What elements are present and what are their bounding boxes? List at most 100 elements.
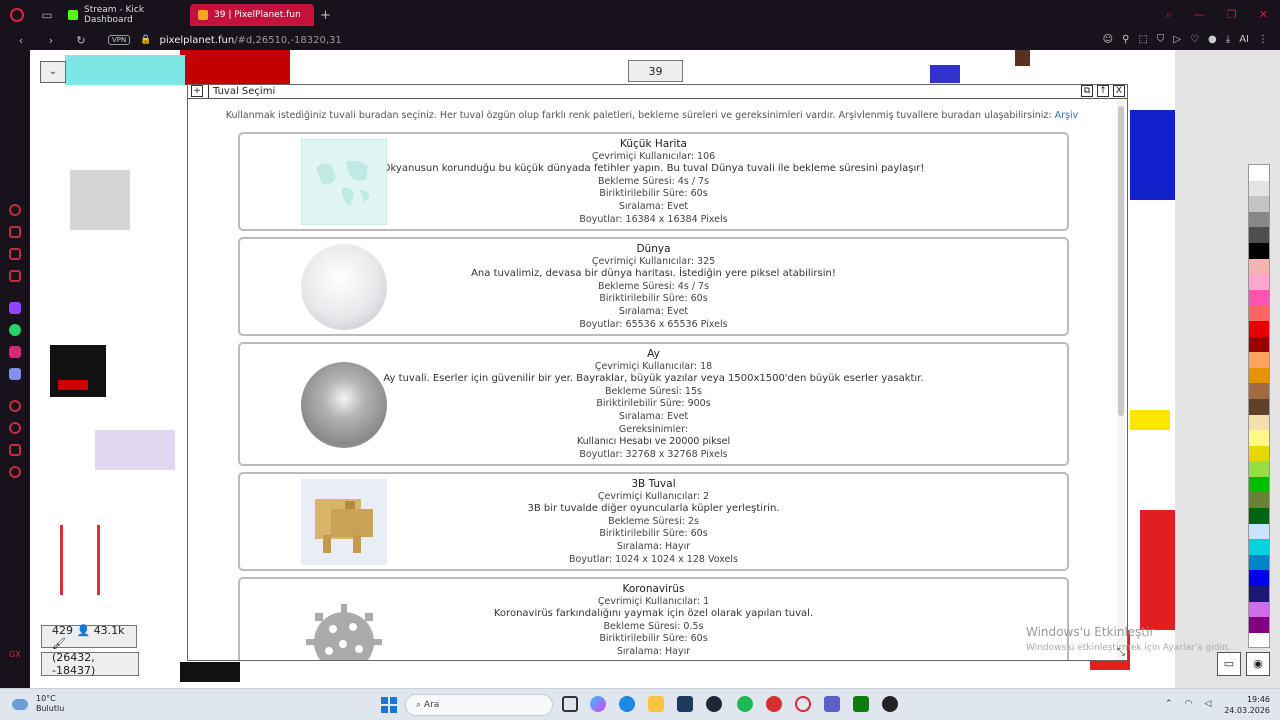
palette-swatch[interactable]: [1249, 476, 1269, 493]
palette-swatch[interactable]: [1249, 289, 1269, 306]
lock-icon[interactable]: 🔒: [140, 35, 151, 45]
more-icon[interactable]: ⋮: [1258, 34, 1268, 45]
palette-swatch[interactable]: [1249, 320, 1269, 337]
weather-widget[interactable]: 10°C Bulutlu: [12, 694, 64, 714]
palette-swatch[interactable]: [1249, 305, 1269, 321]
canvas-card-3d[interactable]: 3B Tuval Çevrimiçi Kullanıcılar: 2 3B bi…: [238, 472, 1069, 571]
twitch-icon[interactable]: [9, 302, 21, 314]
sidebar-more-icon[interactable]: GX: [9, 650, 21, 662]
back-icon[interactable]: ‹: [12, 34, 30, 47]
copilot-icon[interactable]: [590, 696, 606, 712]
canvas-card-small-map[interactable]: Küçük Harita Çevrimiçi Kullanıcılar: 106…: [238, 132, 1069, 231]
palette-swatch[interactable]: [1249, 445, 1269, 462]
whatsapp-icon[interactable]: [9, 324, 21, 336]
palette-swatch[interactable]: [1249, 274, 1269, 290]
volume-icon[interactable]: ◁: [1204, 699, 1211, 709]
sidebar-cube-icon[interactable]: [9, 248, 21, 260]
palette-swatch[interactable]: [1249, 227, 1269, 243]
download-icon[interactable]: ⤓: [1226, 34, 1230, 45]
sidebar-tv-icon[interactable]: [9, 270, 21, 282]
ai-button[interactable]: AI: [1239, 34, 1249, 45]
tab-overview-icon[interactable]: ▭: [40, 8, 54, 22]
file-explorer-icon[interactable]: [648, 696, 664, 712]
wifi-icon[interactable]: ◠: [1185, 699, 1193, 709]
palette-swatch[interactable]: [1249, 383, 1269, 399]
spotify-icon[interactable]: [737, 696, 753, 712]
palette-swatch[interactable]: [1249, 554, 1269, 571]
tab-pixelplanet[interactable]: 39 | PixelPlanet.fun: [190, 4, 314, 26]
vpn-badge[interactable]: VPN: [108, 35, 131, 45]
app-icon-red[interactable]: [766, 696, 782, 712]
chat-button[interactable]: ▭: [1217, 652, 1241, 676]
scroll-thumb[interactable]: [1118, 106, 1124, 416]
steam-icon[interactable]: [706, 696, 722, 712]
profile-icon[interactable]: ●: [1208, 34, 1217, 45]
github-icon[interactable]: [882, 696, 898, 712]
sidebar-bag-icon[interactable]: [9, 226, 21, 238]
palette-swatch[interactable]: [1249, 492, 1269, 509]
palette-swatch[interactable]: [1249, 367, 1269, 384]
canvas-card-earth[interactable]: Dünya Çevrimiçi Kullanıcılar: 325 Ana tu…: [238, 237, 1069, 336]
palette-swatch[interactable]: [1249, 180, 1269, 197]
play-icon[interactable]: ▷: [1173, 34, 1181, 45]
maximize-window-icon[interactable]: ↑: [1097, 85, 1109, 97]
maximize-icon[interactable]: ❐: [1227, 8, 1237, 22]
heart-icon[interactable]: ♡: [1190, 34, 1199, 45]
palette-swatch[interactable]: [1249, 461, 1269, 477]
url-field[interactable]: pixelplanet.fun/#d,26510,-18320,31: [159, 35, 341, 46]
palette-swatch[interactable]: [1249, 586, 1269, 602]
modal-scrollbar[interactable]: [1117, 100, 1125, 660]
xbox-icon[interactable]: [853, 696, 869, 712]
online-counter[interactable]: 39: [628, 60, 683, 82]
palette-swatch[interactable]: [1249, 523, 1269, 540]
sidebar-settings-icon[interactable]: [9, 466, 21, 478]
clock[interactable]: 19:46 24.03.2026: [1222, 694, 1270, 716]
task-view-icon[interactable]: [562, 696, 578, 712]
new-tab-icon[interactable]: +: [320, 8, 331, 23]
coordinates-display[interactable]: (26432, -18437): [41, 651, 139, 677]
instagram-icon[interactable]: [9, 346, 21, 358]
sidebar-ai-icon[interactable]: [9, 204, 21, 216]
palette-swatch[interactable]: [1249, 430, 1269, 446]
palette-swatch[interactable]: [1249, 398, 1269, 415]
emoji-icon[interactable]: ☺: [1103, 34, 1113, 45]
palette-swatch[interactable]: [1249, 617, 1269, 633]
palette-swatch[interactable]: [1249, 508, 1269, 524]
chevron-up-icon[interactable]: ⌃: [1165, 699, 1173, 709]
palette-swatch[interactable]: [1249, 601, 1269, 618]
tab-kick-dashboard[interactable]: Stream - Kick Dashboard: [60, 4, 184, 26]
palette-swatch[interactable]: [1249, 414, 1269, 431]
palette-swatch[interactable]: [1249, 352, 1269, 368]
store-icon[interactable]: [677, 696, 693, 712]
taskbar-search[interactable]: ⌕ Ara: [405, 694, 553, 716]
pin-window-icon[interactable]: +: [191, 85, 203, 97]
palette-toggle-button[interactable]: ◉: [1246, 652, 1270, 676]
sidebar-extensions-icon[interactable]: [9, 444, 21, 456]
palette-swatch[interactable]: [1249, 211, 1269, 228]
edge-icon[interactable]: [619, 696, 635, 712]
archive-link[interactable]: Arşiv: [1055, 110, 1079, 121]
palette-swatch[interactable]: [1249, 539, 1269, 555]
pin-icon[interactable]: ⚲: [1122, 34, 1129, 45]
search-tabs-icon[interactable]: ⌕: [1166, 8, 1172, 22]
minimize-icon[interactable]: —: [1194, 8, 1205, 22]
teams-icon[interactable]: [824, 696, 840, 712]
forward-icon[interactable]: ›: [42, 34, 60, 47]
opera-menu-icon[interactable]: [10, 8, 24, 22]
palette-swatch[interactable]: [1249, 242, 1269, 259]
palette-swatch[interactable]: [1249, 570, 1269, 587]
shield-icon[interactable]: ⛉: [1157, 34, 1165, 45]
canvas-card-moon[interactable]: Ay Çevrimiçi Kullanıcılar: 18 Ay tuvali.…: [238, 342, 1069, 466]
sidebar-history-icon[interactable]: [9, 422, 21, 434]
canvas-card-corona[interactable]: Koronavirüs Çevrimiçi Kullanıcılar: 1 Ko…: [238, 577, 1069, 660]
sidebar-player-icon[interactable]: [9, 400, 21, 412]
menu-toggle-button[interactable]: ⌄: [40, 61, 66, 83]
start-button[interactable]: [381, 697, 397, 713]
reload-icon[interactable]: ↻: [72, 34, 90, 47]
palette-swatch[interactable]: [1249, 258, 1269, 275]
palette-swatch[interactable]: [1249, 336, 1269, 353]
discord-icon[interactable]: [9, 368, 21, 380]
palette-swatch[interactable]: [1249, 196, 1269, 212]
snapshot-icon[interactable]: ⬚: [1138, 34, 1147, 45]
opera-icon[interactable]: [795, 696, 811, 712]
